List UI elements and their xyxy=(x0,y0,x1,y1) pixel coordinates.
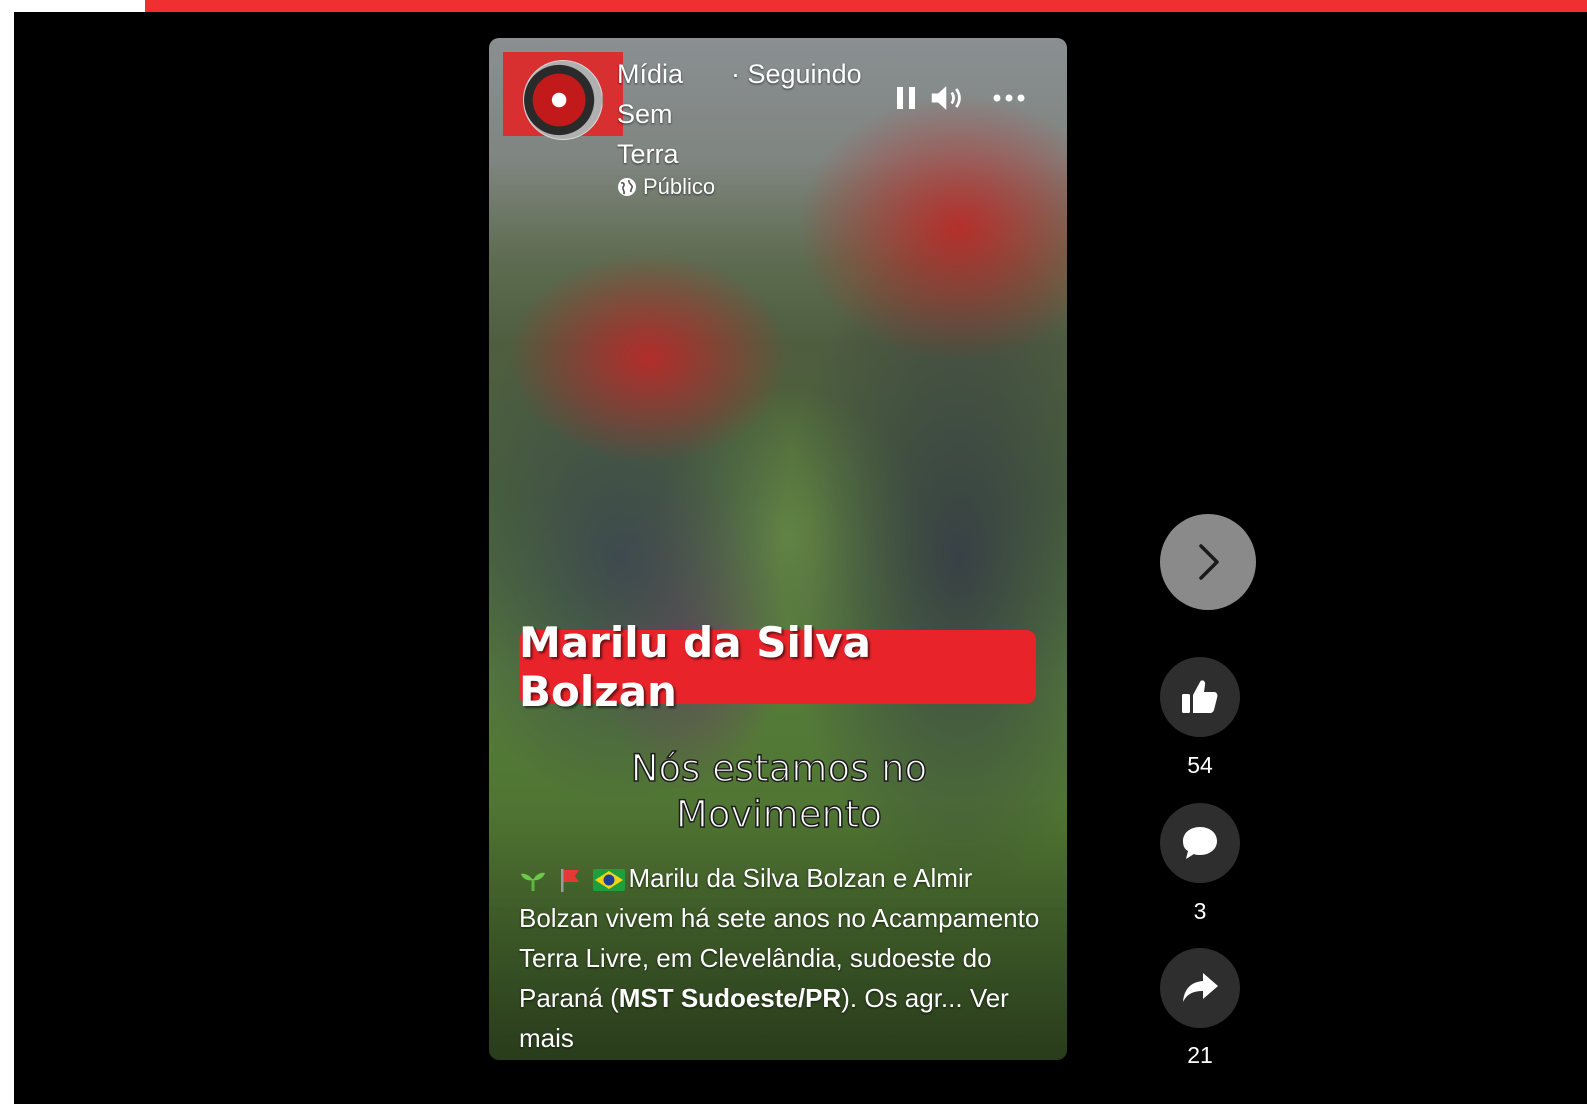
comment-icon xyxy=(1183,827,1217,859)
comment-button[interactable] xyxy=(1160,803,1240,883)
top-accent-bar xyxy=(145,0,1587,12)
volume-button[interactable] xyxy=(929,78,969,118)
reel-video[interactable]: Mídia Sem Terra · Seguindo Público Maril… xyxy=(489,38,1067,1060)
share-count: 21 xyxy=(1187,1042,1213,1068)
page-avatar[interactable] xyxy=(503,52,623,140)
more-options-button[interactable] xyxy=(989,78,1029,118)
brazil-flag-icon xyxy=(593,869,626,892)
audience-indicator: Público xyxy=(617,174,715,200)
video-subtitle: Nós estamos no Movimento xyxy=(549,746,1009,838)
pause-button[interactable] xyxy=(887,78,927,118)
chevron-right-icon xyxy=(1199,544,1219,580)
subtitle-line: Nós estamos no xyxy=(630,746,928,791)
globe-icon xyxy=(618,178,636,196)
like-button[interactable] xyxy=(1160,657,1240,737)
pause-icon xyxy=(897,87,915,109)
overlay-title: Marilu da Silva Bolzan xyxy=(519,618,871,716)
next-reel-button[interactable] xyxy=(1160,514,1256,610)
more-options-icon xyxy=(993,94,1025,102)
caption-text-end: ). Os agr... xyxy=(841,983,970,1013)
subtitle-line: Movimento xyxy=(675,792,883,837)
following-label: · Seguindo xyxy=(731,59,862,89)
avatar-logo xyxy=(523,60,603,140)
red-flag-icon xyxy=(561,869,580,893)
overlay-title-badge: Marilu da Silva Bolzan xyxy=(519,618,1036,716)
comment-count: 3 xyxy=(1193,898,1207,924)
share-button[interactable] xyxy=(1160,948,1240,1028)
page-name-link[interactable]: Mídia Sem Terra xyxy=(617,54,727,174)
bottom-page-edge xyxy=(0,1104,1587,1116)
like-count: 54 xyxy=(1187,752,1213,778)
share-icon xyxy=(1183,973,1218,1002)
audience-label: Público xyxy=(643,174,716,199)
caption-bold-mention[interactable]: MST Sudoeste/PR xyxy=(619,983,841,1013)
post-caption: Marilu da Silva Bolzan e Almir Bolzan vi… xyxy=(519,858,1044,1058)
seedling-icon xyxy=(521,872,545,892)
volume-icon xyxy=(931,86,961,110)
thumbs-up-icon xyxy=(1182,680,1218,713)
